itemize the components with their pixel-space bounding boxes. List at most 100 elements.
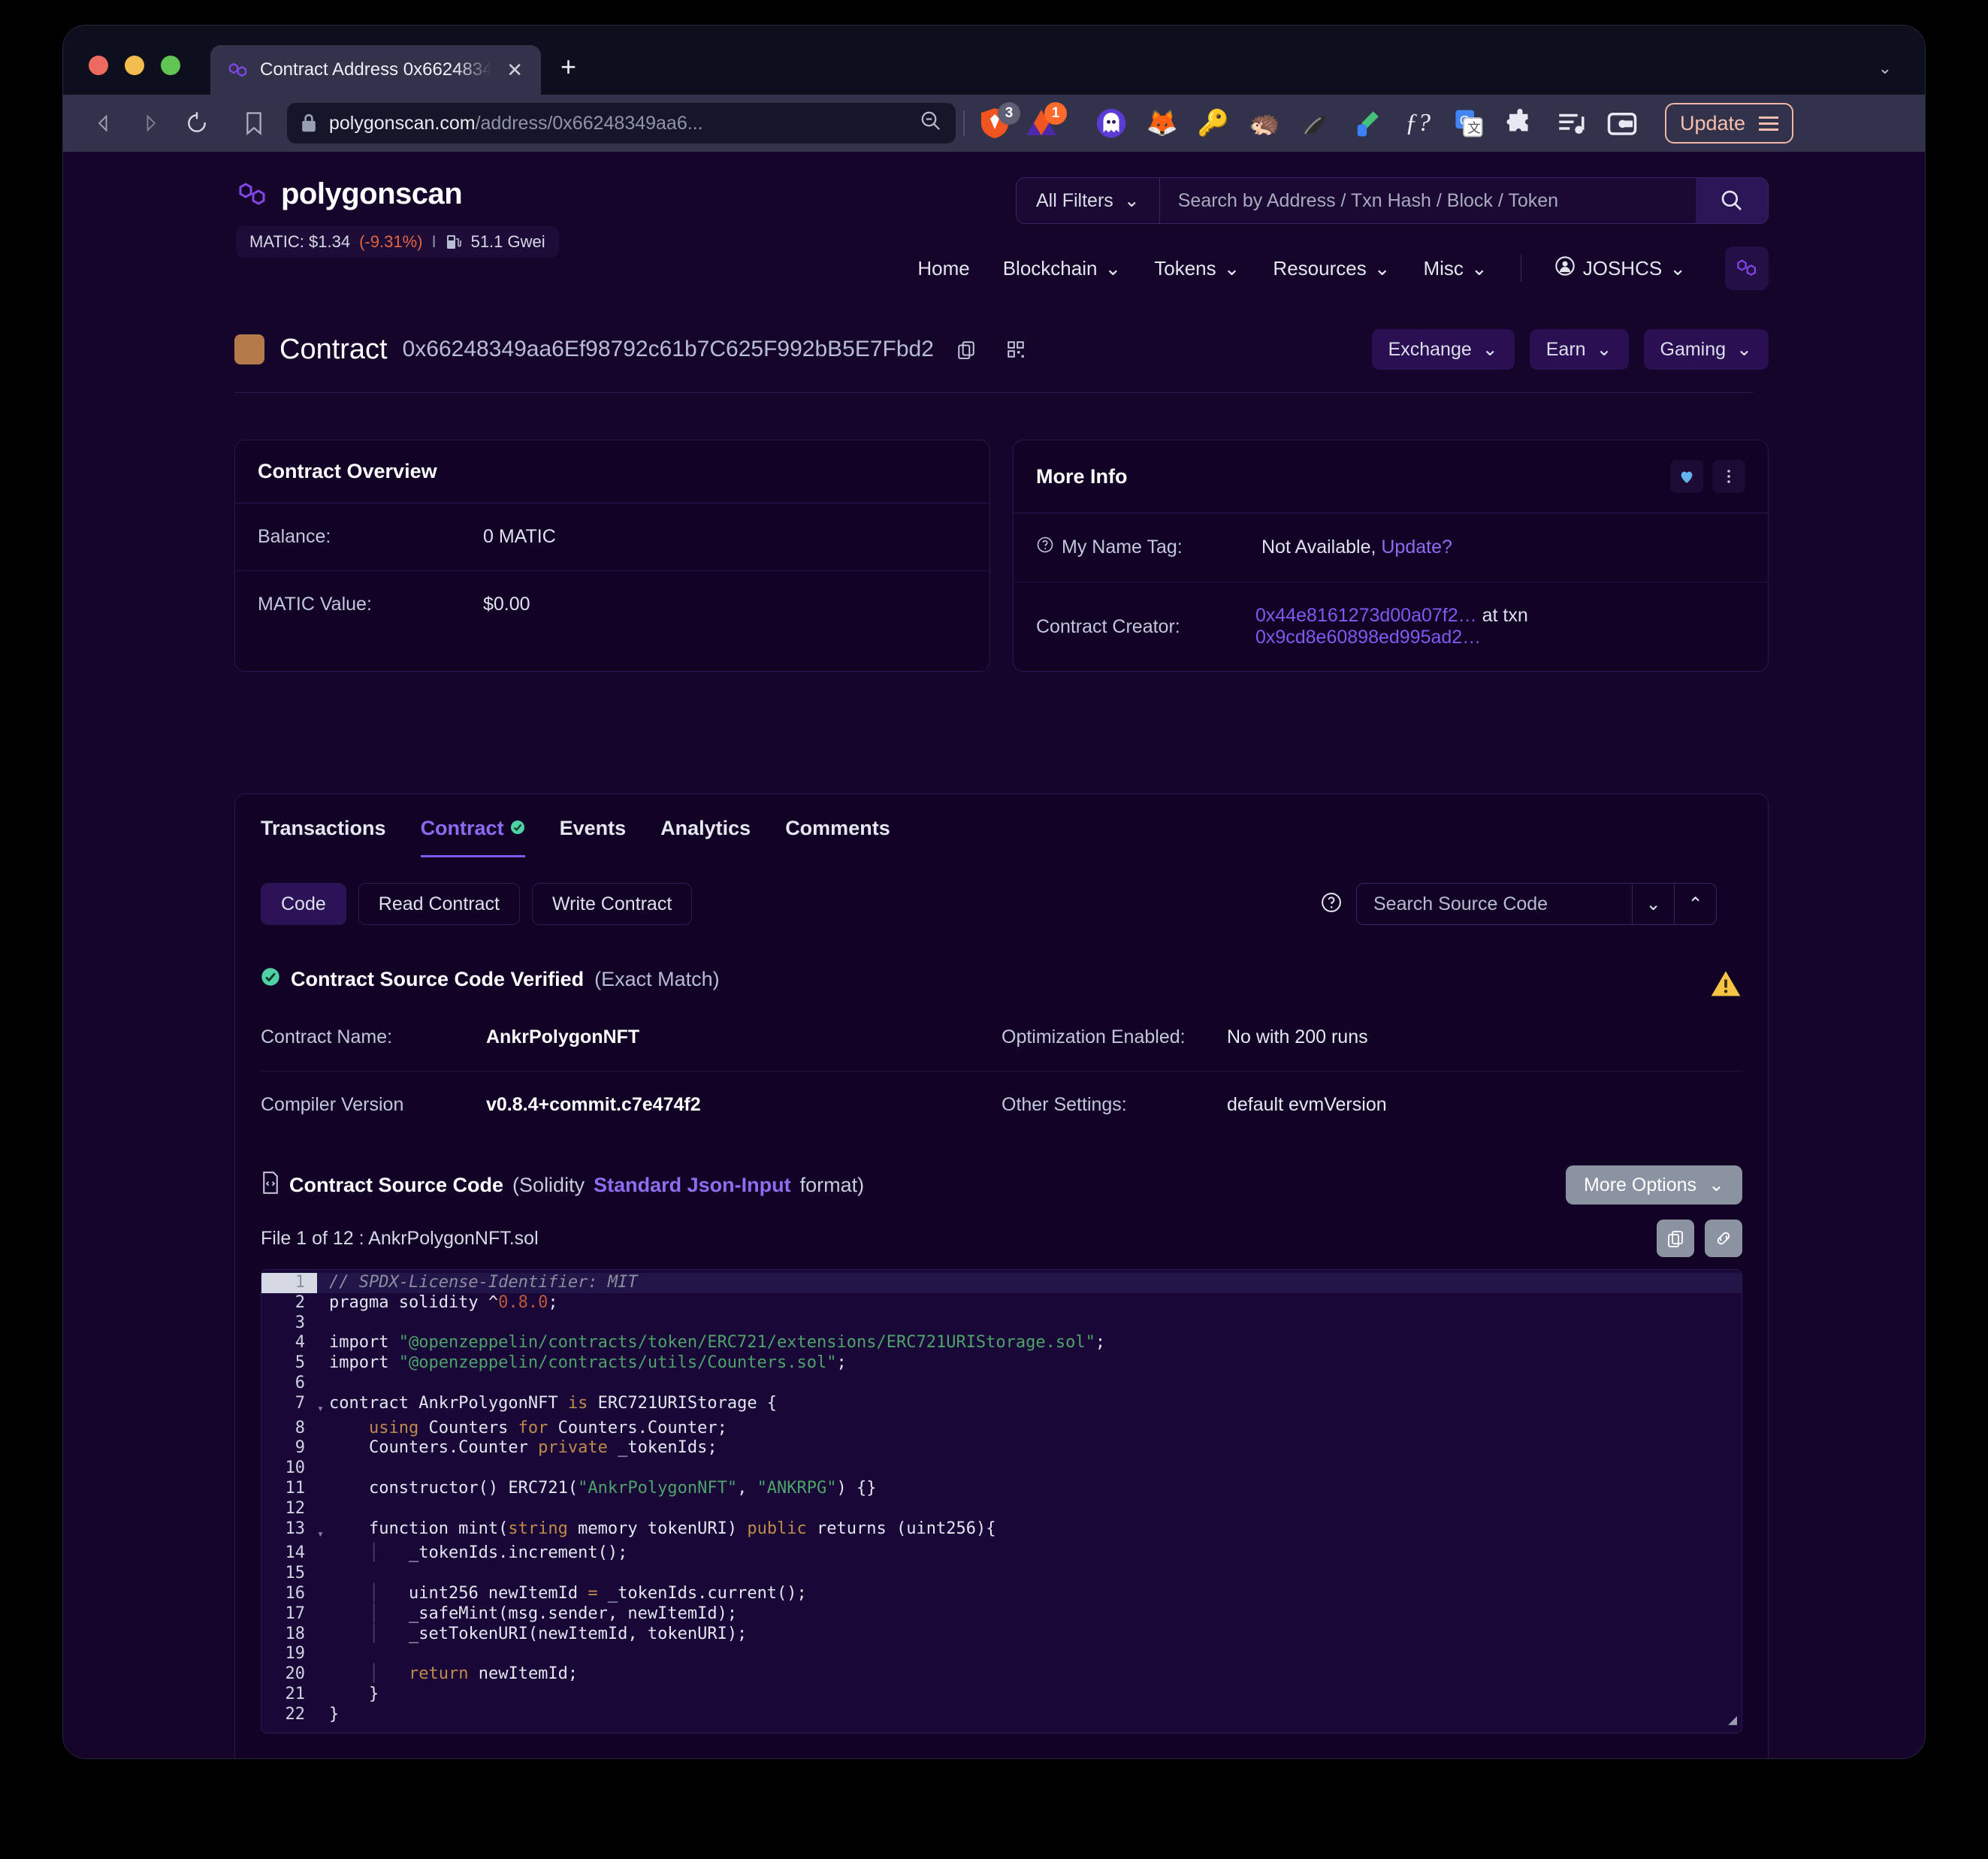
account-menu[interactable]: JOSHCS ⌄ xyxy=(1554,255,1686,282)
code-line: 5 import "@openzeppelin/contracts/utils/C… xyxy=(261,1353,1742,1374)
wallet-extension-icon[interactable] xyxy=(1606,107,1638,139)
window-controls[interactable] xyxy=(89,56,180,95)
brave-rewards-button[interactable]: 1 xyxy=(1023,102,1067,141)
maximize-window-button[interactable] xyxy=(161,56,180,75)
source-code-file1[interactable]: 1 // SPDX-License-Identifier: MIT 2 pragma … xyxy=(261,1269,1742,1734)
qr-code-icon[interactable] xyxy=(999,332,1033,367)
exchange-dropdown-button[interactable]: Exchange ⌄ xyxy=(1371,329,1515,370)
fold-toggle-icon[interactable] xyxy=(317,1564,329,1584)
name-tag-row: My Name Tag: Not Available, Update? xyxy=(1014,513,1768,582)
tab-transactions[interactable]: Transactions xyxy=(261,817,386,857)
fold-toggle-icon[interactable] xyxy=(317,1419,329,1439)
metamask-extension-icon[interactable]: 🦊 xyxy=(1147,107,1178,139)
nav-item-blockchain[interactable]: Blockchain ⌄ xyxy=(1003,257,1122,280)
resize-handle-icon[interactable]: ◢ xyxy=(1728,1709,1737,1730)
other-settings-row: Other Settings: default evmVersion xyxy=(1002,1071,1742,1138)
ghost-extension-icon[interactable] xyxy=(1095,107,1127,139)
update-button[interactable]: Update xyxy=(1665,103,1794,144)
gaming-dropdown-button[interactable]: Gaming ⌄ xyxy=(1643,329,1769,370)
tab-analytics[interactable]: Analytics xyxy=(660,817,751,857)
dark-reader-extension-icon[interactable] xyxy=(1300,107,1331,139)
close-window-button[interactable] xyxy=(89,56,108,75)
more-options-button[interactable]: More Options ⌄ xyxy=(1565,1165,1742,1205)
fold-toggle-icon[interactable] xyxy=(317,1499,329,1519)
fold-toggle-icon[interactable] xyxy=(317,1458,329,1479)
zoom-out-icon[interactable] xyxy=(920,110,942,138)
subtab-code[interactable]: Code xyxy=(261,883,346,925)
fold-toggle-icon[interactable] xyxy=(317,1543,329,1564)
tab-events[interactable]: Events xyxy=(560,817,627,857)
puzzle-extensions-icon[interactable] xyxy=(1504,107,1536,139)
tab-comments[interactable]: Comments xyxy=(785,817,890,857)
reload-icon[interactable] xyxy=(177,104,216,143)
search-submit-button[interactable] xyxy=(1696,178,1768,223)
close-tab-icon[interactable]: ✕ xyxy=(502,57,527,83)
brave-shields-button[interactable]: 3 xyxy=(977,102,1020,141)
code-token: import xyxy=(329,1333,399,1353)
fold-toggle-icon[interactable] xyxy=(317,1293,329,1313)
minimize-window-button[interactable] xyxy=(125,56,144,75)
fold-toggle-icon[interactable] xyxy=(317,1705,329,1725)
fold-toggle-icon[interactable] xyxy=(317,1333,329,1353)
source-code-search-input[interactable] xyxy=(1357,884,1632,924)
code-token: ) {} xyxy=(836,1478,877,1498)
polygonscan-logo[interactable]: polygonscan xyxy=(236,177,559,211)
search-prev-icon[interactable]: ⌃ xyxy=(1674,884,1716,924)
fold-toggle-icon[interactable] xyxy=(317,1584,329,1604)
key-extension-icon[interactable]: 🔑 xyxy=(1198,107,1229,139)
browser-menu-icon[interactable] xyxy=(1759,116,1779,131)
earn-dropdown-button[interactable]: Earn ⌄ xyxy=(1529,329,1629,370)
standard-json-input-link[interactable]: Standard Json-Input xyxy=(594,1174,791,1197)
fold-toggle-icon[interactable] xyxy=(317,1604,329,1625)
forward-icon[interactable] xyxy=(131,104,170,143)
all-filters-dropdown[interactable]: All Filters ⌄ xyxy=(1017,178,1160,223)
help-circle-icon[interactable] xyxy=(1320,891,1343,917)
function-extension-icon[interactable]: ƒ? xyxy=(1402,107,1434,139)
url-bar[interactable]: polygonscan.com/address/0x66248349aa6... xyxy=(287,103,956,144)
fold-toggle-icon[interactable] xyxy=(317,1644,329,1664)
fold-toggle-icon[interactable] xyxy=(317,1374,329,1394)
fold-toggle-icon[interactable]: ▾ xyxy=(317,1519,329,1544)
bookmark-icon[interactable] xyxy=(234,104,273,143)
creator-address-link[interactable]: 0x44e8161273d00a07f2… xyxy=(1255,605,1477,626)
network-switch-button[interactable] xyxy=(1725,246,1769,290)
link-source-icon[interactable] xyxy=(1705,1220,1742,1257)
nav-item-resources[interactable]: Resources ⌄ xyxy=(1273,257,1390,280)
fold-toggle-icon[interactable]: ▾ xyxy=(317,1394,329,1419)
subtab-write-contract[interactable]: Write Contract xyxy=(531,883,693,925)
browser-tab[interactable]: Contract Address 0x66248349 ✕ xyxy=(210,45,541,95)
subtab-read-contract[interactable]: Read Contract xyxy=(358,883,520,925)
fold-toggle-icon[interactable] xyxy=(317,1438,329,1458)
new-tab-button[interactable]: + xyxy=(560,51,576,95)
nav-item-tokens[interactable]: Tokens ⌄ xyxy=(1154,257,1240,280)
favorite-heart-icon[interactable] xyxy=(1670,460,1703,493)
fold-toggle-icon[interactable] xyxy=(317,1353,329,1374)
fold-toggle-icon[interactable] xyxy=(317,1685,329,1705)
search-next-icon[interactable]: ⌄ xyxy=(1632,884,1674,924)
fold-toggle-icon[interactable] xyxy=(317,1273,329,1293)
fold-toggle-icon[interactable] xyxy=(317,1479,329,1499)
playlist-extension-icon[interactable] xyxy=(1555,107,1587,139)
fold-toggle-icon[interactable] xyxy=(317,1625,329,1645)
fold-toggle-icon[interactable] xyxy=(317,1664,329,1685)
nav-item-home[interactable]: Home xyxy=(917,257,969,280)
copy-address-icon[interactable] xyxy=(949,332,983,367)
fold-toggle-icon[interactable] xyxy=(317,1313,329,1334)
update-name-tag-link[interactable]: Update? xyxy=(1381,537,1452,558)
hedgehog-extension-icon[interactable]: 🦔 xyxy=(1249,107,1280,139)
eyedropper-extension-icon[interactable] xyxy=(1351,107,1382,139)
site-search-input[interactable] xyxy=(1159,178,1696,223)
name-tag-label-wrap: My Name Tag: xyxy=(1036,536,1261,559)
nav-item-misc[interactable]: Misc ⌄ xyxy=(1424,257,1488,280)
more-options-kebab-icon[interactable] xyxy=(1712,460,1745,493)
warning-triangle-icon[interactable] xyxy=(1709,967,1742,1004)
back-icon[interactable] xyxy=(84,104,123,143)
google-translate-extension-icon[interactable]: G文 xyxy=(1453,107,1485,139)
tab-contract[interactable]: Contract xyxy=(420,817,525,857)
code-token: "@openzeppelin/contracts/utils/Counters.… xyxy=(398,1353,837,1373)
copy-source-icon[interactable] xyxy=(1657,1220,1694,1257)
creation-txn-link[interactable]: 0x9cd8e60898ed995ad2… xyxy=(1255,627,1481,648)
other-settings-value: default evmVersion xyxy=(1227,1094,1387,1115)
chevron-down-icon[interactable]: ⌄ xyxy=(1878,59,1892,78)
